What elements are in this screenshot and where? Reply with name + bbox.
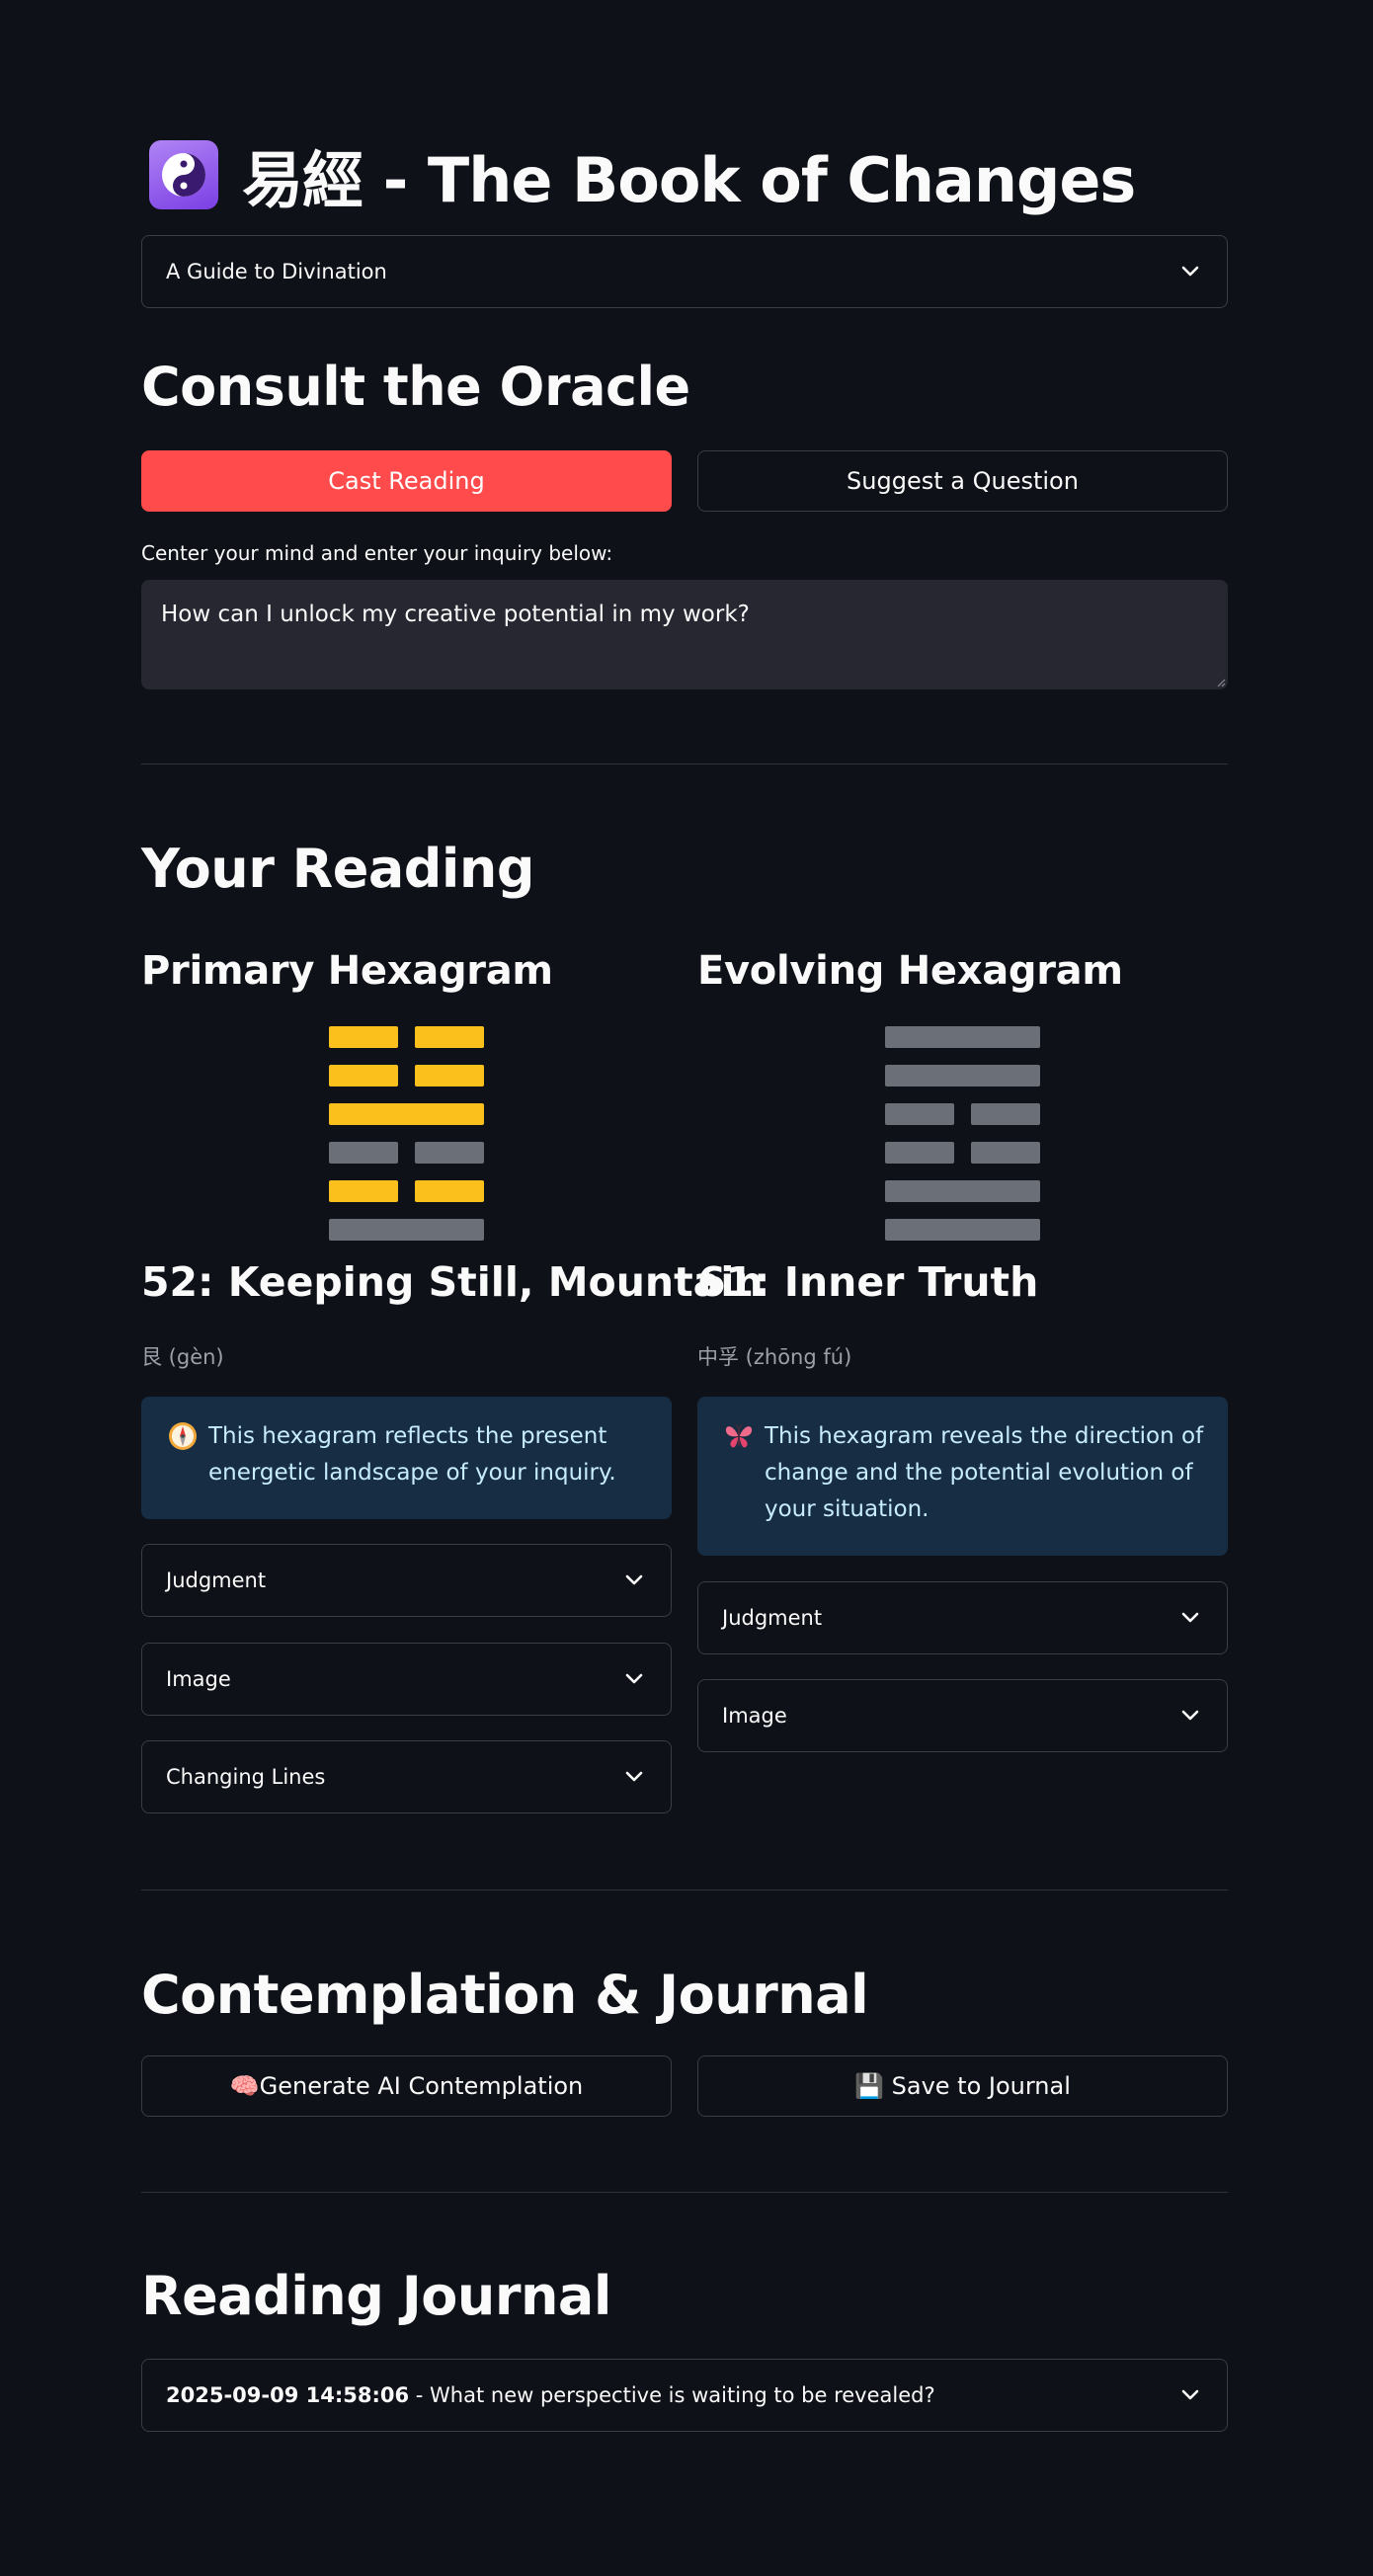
guide-expander[interactable]: A Guide to Divination [141, 235, 1228, 308]
resize-grip-icon[interactable] [1216, 678, 1226, 687]
save-journal-button[interactable]: 💾 Save to Journal [697, 2055, 1228, 2117]
divider [141, 2192, 1228, 2193]
primary-hexagram-title: 52: Keeping Still, Mountain [141, 1258, 764, 1306]
inquiry-text: How can I unlock my creative potential i… [161, 602, 750, 627]
primary-hexagram-line-3 [329, 1103, 484, 1125]
evolving-hexagram-line-2 [885, 1065, 1040, 1087]
yin-yang-icon [149, 140, 218, 209]
guide-expander-label: A Guide to Divination [166, 260, 387, 283]
chevron-down-icon [1179, 261, 1201, 282]
primary-image-expander[interactable]: Image [141, 1643, 672, 1716]
broken-line-segment [415, 1065, 484, 1087]
solid-line-segment [885, 1219, 1040, 1241]
journal-entry-label: 2025-09-09 14:58:06 - What new perspecti… [166, 2383, 935, 2407]
evolving-info-text: This hexagram reveals the direction of c… [765, 1423, 1204, 1522]
broken-line-segment [329, 1065, 398, 1087]
journal-entry-timestamp: 2025-09-09 14:58:06 [166, 2383, 410, 2407]
evolving-hexagram-line-1 [885, 1026, 1040, 1048]
evolving-hexagram-chinese: 中孚 (zhōng fú) [697, 1345, 852, 1369]
oracle-heading: Consult the Oracle [141, 356, 690, 418]
broken-line-segment [415, 1180, 484, 1202]
solid-line-segment [329, 1219, 484, 1241]
broken-line-segment [885, 1103, 954, 1125]
primary-hexagram-chinese: 艮 (gèn) [141, 1345, 224, 1369]
broken-line-segment [329, 1026, 398, 1048]
compass-icon [169, 1422, 197, 1450]
solid-line-segment [885, 1026, 1040, 1048]
suggest-question-button[interactable]: Suggest a Question [697, 450, 1228, 512]
chevron-down-icon [623, 1668, 645, 1690]
evolving-info-box: This hexagram reveals the direction of c… [697, 1397, 1228, 1556]
journal-heading: Reading Journal [141, 2265, 611, 2327]
chevron-down-icon [1179, 1607, 1201, 1629]
broken-line-segment [329, 1180, 398, 1202]
broken-line-segment [415, 1026, 484, 1048]
contemplation-heading: Contemplation & Journal [141, 1964, 869, 2026]
evolving-hexagram-heading: Evolving Hexagram [697, 948, 1123, 994]
evolving-hexagram-line-6 [885, 1219, 1040, 1241]
primary-hexagram-figure [329, 1026, 484, 1241]
expander-label: Judgment [722, 1606, 823, 1630]
evolving-hexagram-line-4 [885, 1142, 1040, 1164]
evolving-hexagram-title: 61: Inner Truth [697, 1258, 1039, 1306]
inquiry-textarea[interactable]: How can I unlock my creative potential i… [141, 580, 1228, 689]
primary-hexagram-heading: Primary Hexagram [141, 948, 553, 994]
expander-label: Changing Lines [166, 1765, 326, 1789]
broken-line-segment [329, 1142, 398, 1164]
primary-info-box: This hexagram reflects the present energ… [141, 1397, 672, 1519]
inquiry-label: Center your mind and enter your inquiry … [141, 541, 613, 565]
evolving-hexagram-figure [885, 1026, 1040, 1241]
generate-contemplation-button[interactable]: 🧠Generate AI Contemplation [141, 2055, 672, 2117]
primary-changing-lines-expander[interactable]: Changing Lines [141, 1740, 672, 1813]
app-title: 易經 - The Book of Changes [149, 130, 1136, 219]
divider [141, 1890, 1228, 1891]
cast-reading-button[interactable]: Cast Reading [141, 450, 672, 512]
chevron-down-icon [1179, 1705, 1201, 1727]
solid-line-segment [885, 1180, 1040, 1202]
broken-line-segment [885, 1142, 954, 1164]
broken-line-segment [415, 1142, 484, 1164]
chevron-down-icon [623, 1570, 645, 1591]
journal-entry-expander[interactable]: 2025-09-09 14:58:06 - What new perspecti… [141, 2359, 1228, 2432]
broken-line-segment [971, 1103, 1040, 1125]
primary-hexagram-line-5 [329, 1180, 484, 1202]
expander-label: Image [166, 1667, 231, 1691]
solid-line-segment [329, 1103, 484, 1125]
butterfly-icon [725, 1423, 753, 1448]
primary-hexagram-line-2 [329, 1065, 484, 1087]
evolving-hexagram-line-5 [885, 1180, 1040, 1202]
evolving-image-expander[interactable]: Image [697, 1679, 1228, 1752]
primary-info-text: This hexagram reflects the present energ… [208, 1423, 616, 1486]
evolving-hexagram-line-3 [885, 1103, 1040, 1125]
journal-entry-question: - What new perspective is waiting to be … [409, 2383, 935, 2407]
primary-hexagram-line-6 [329, 1219, 484, 1241]
chevron-down-icon [1179, 2384, 1201, 2406]
primary-judgment-expander[interactable]: Judgment [141, 1544, 672, 1617]
evolving-judgment-expander[interactable]: Judgment [697, 1581, 1228, 1654]
broken-line-segment [971, 1142, 1040, 1164]
app-title-text: 易經 - The Book of Changes [242, 144, 1136, 216]
expander-label: Judgment [166, 1569, 267, 1592]
solid-line-segment [885, 1065, 1040, 1087]
primary-hexagram-line-4 [329, 1142, 484, 1164]
divider [141, 764, 1228, 765]
chevron-down-icon [623, 1766, 645, 1788]
expander-label: Image [722, 1704, 787, 1728]
reading-heading: Your Reading [141, 838, 535, 900]
primary-hexagram-line-1 [329, 1026, 484, 1048]
